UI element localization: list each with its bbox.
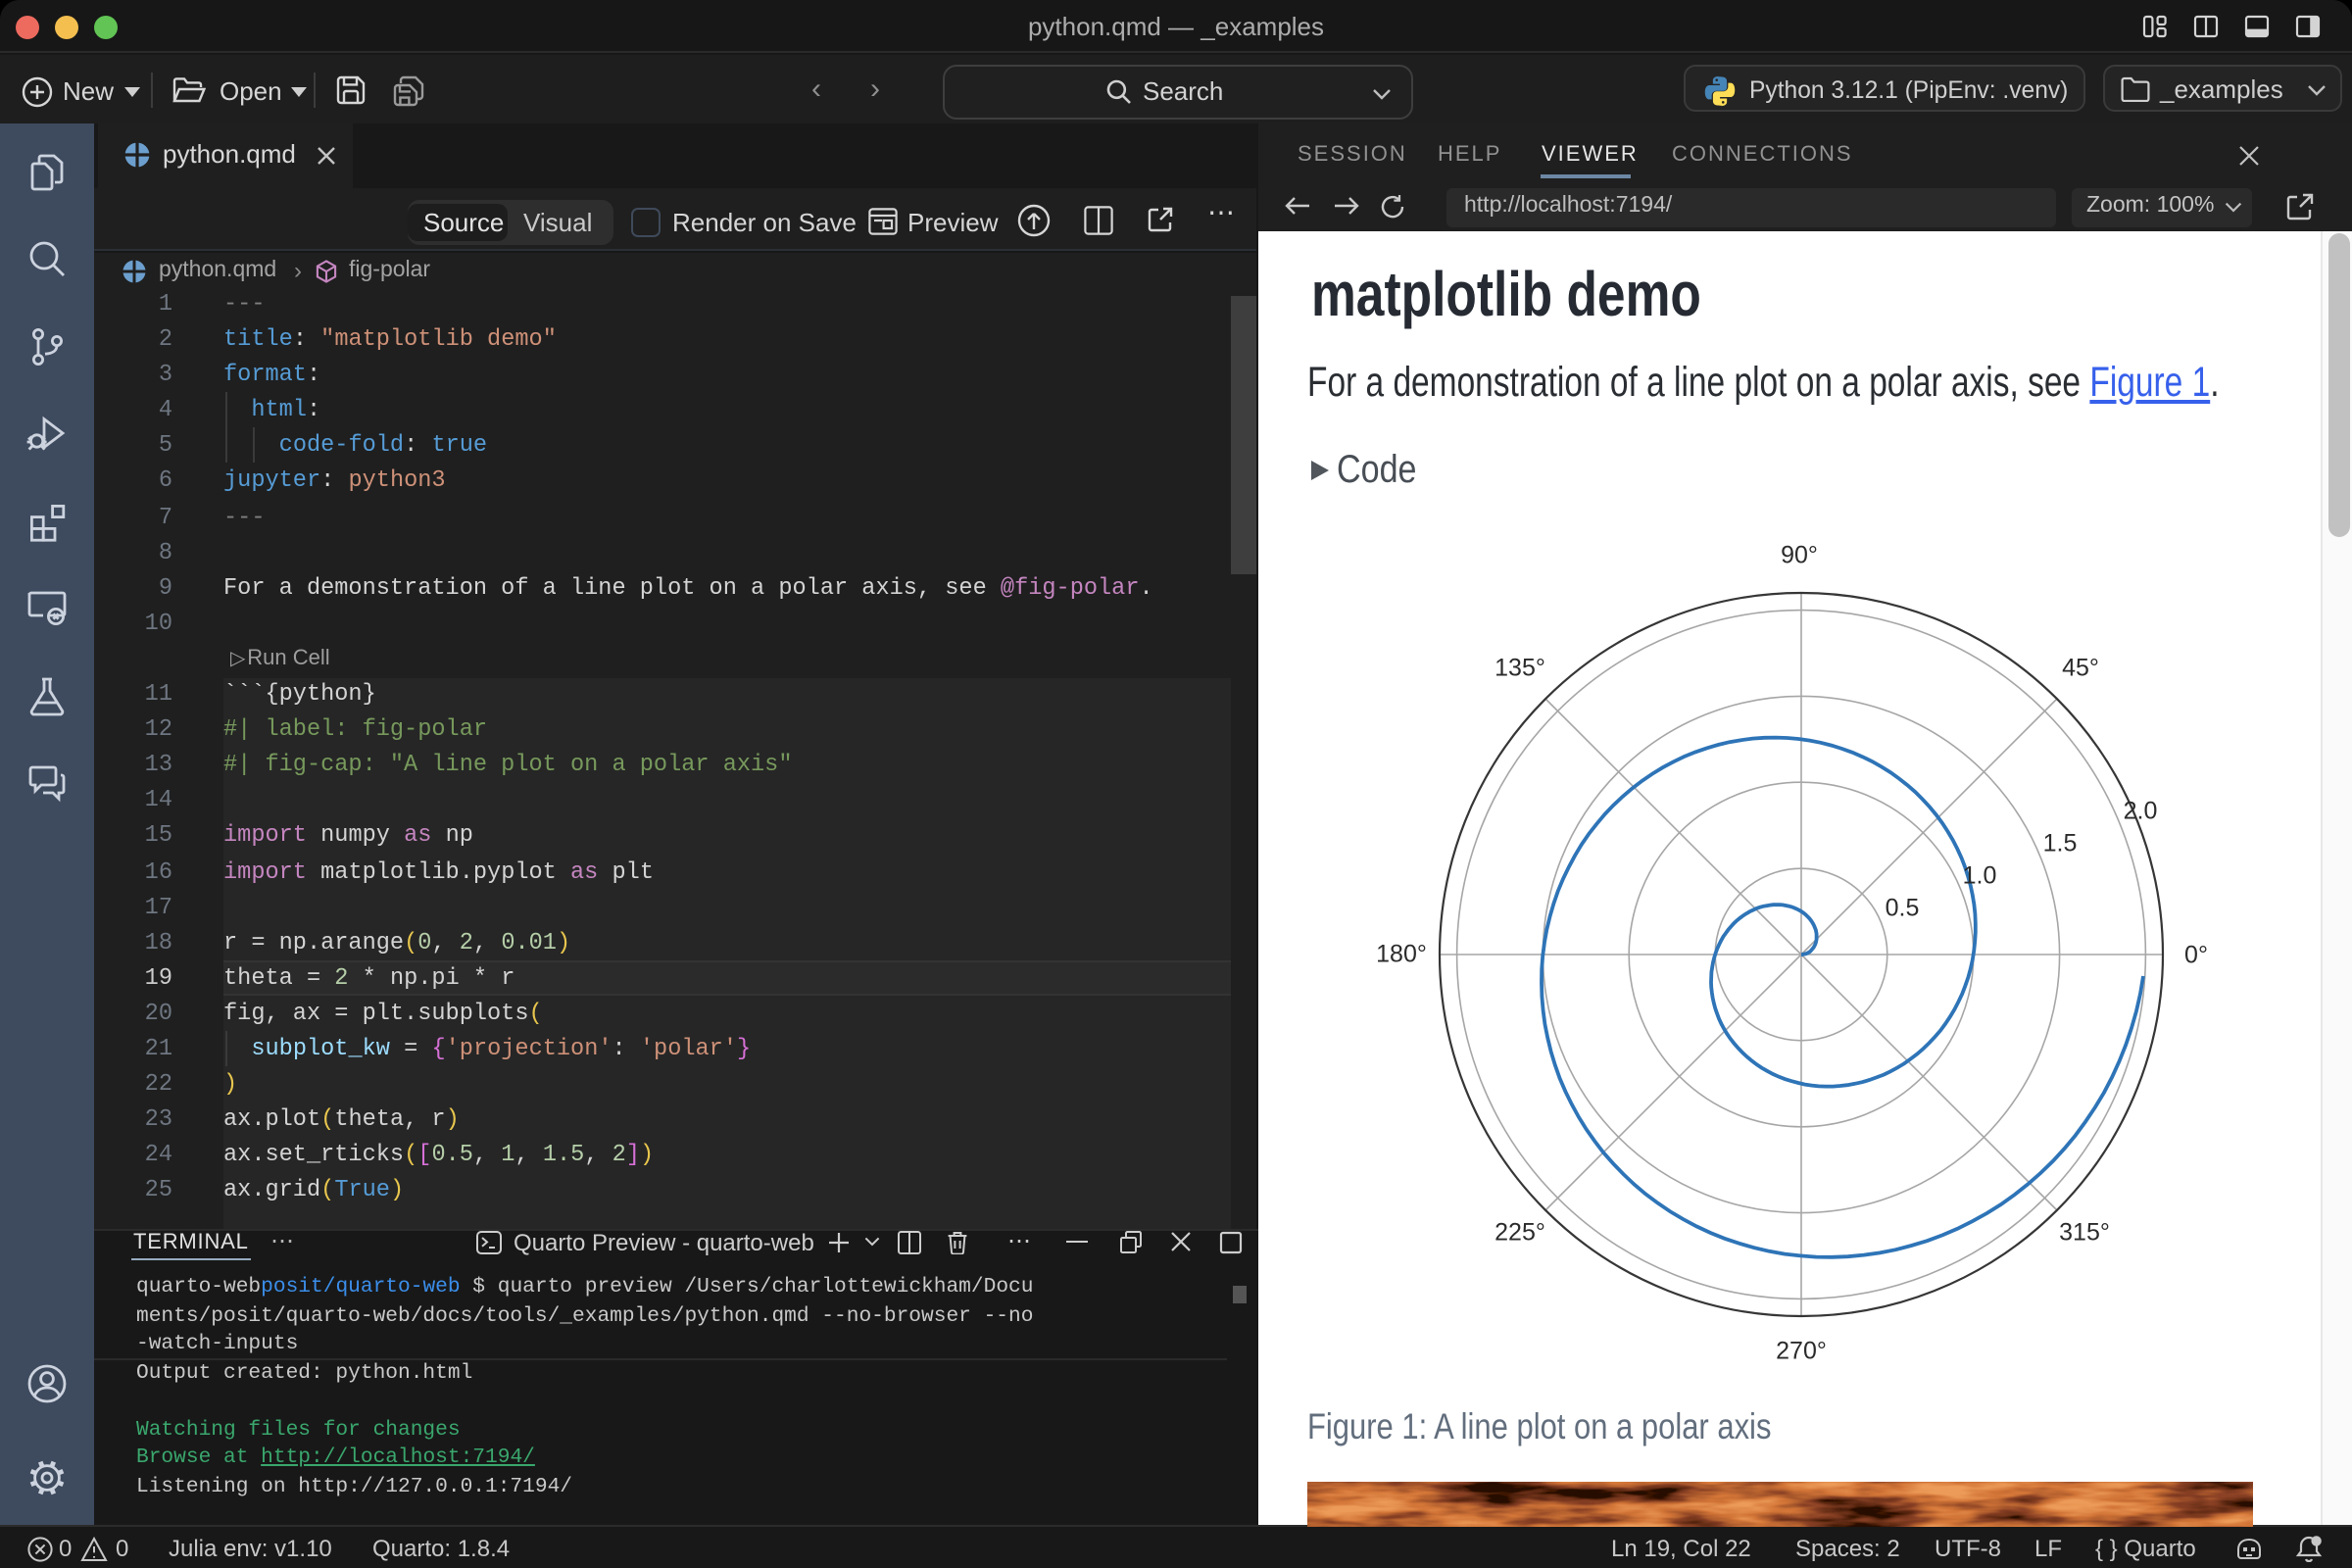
svg-text:1.5: 1.5 (2042, 829, 2077, 857)
svg-text:270°: 270° (1775, 1337, 1826, 1364)
svg-text:225°: 225° (1494, 1218, 1544, 1246)
svg-text:315°: 315° (2058, 1218, 2109, 1246)
svg-text:45°: 45° (2061, 654, 2098, 681)
svg-text:2.0: 2.0 (2123, 797, 2157, 824)
svg-text:0.5: 0.5 (1885, 894, 1919, 921)
svg-text:90°: 90° (1780, 541, 1817, 568)
svg-text:135°: 135° (1494, 654, 1544, 681)
svg-text:1.0: 1.0 (1962, 861, 1996, 889)
svg-text:180°: 180° (1375, 940, 1426, 967)
svg-text:0°: 0° (2183, 941, 2207, 968)
